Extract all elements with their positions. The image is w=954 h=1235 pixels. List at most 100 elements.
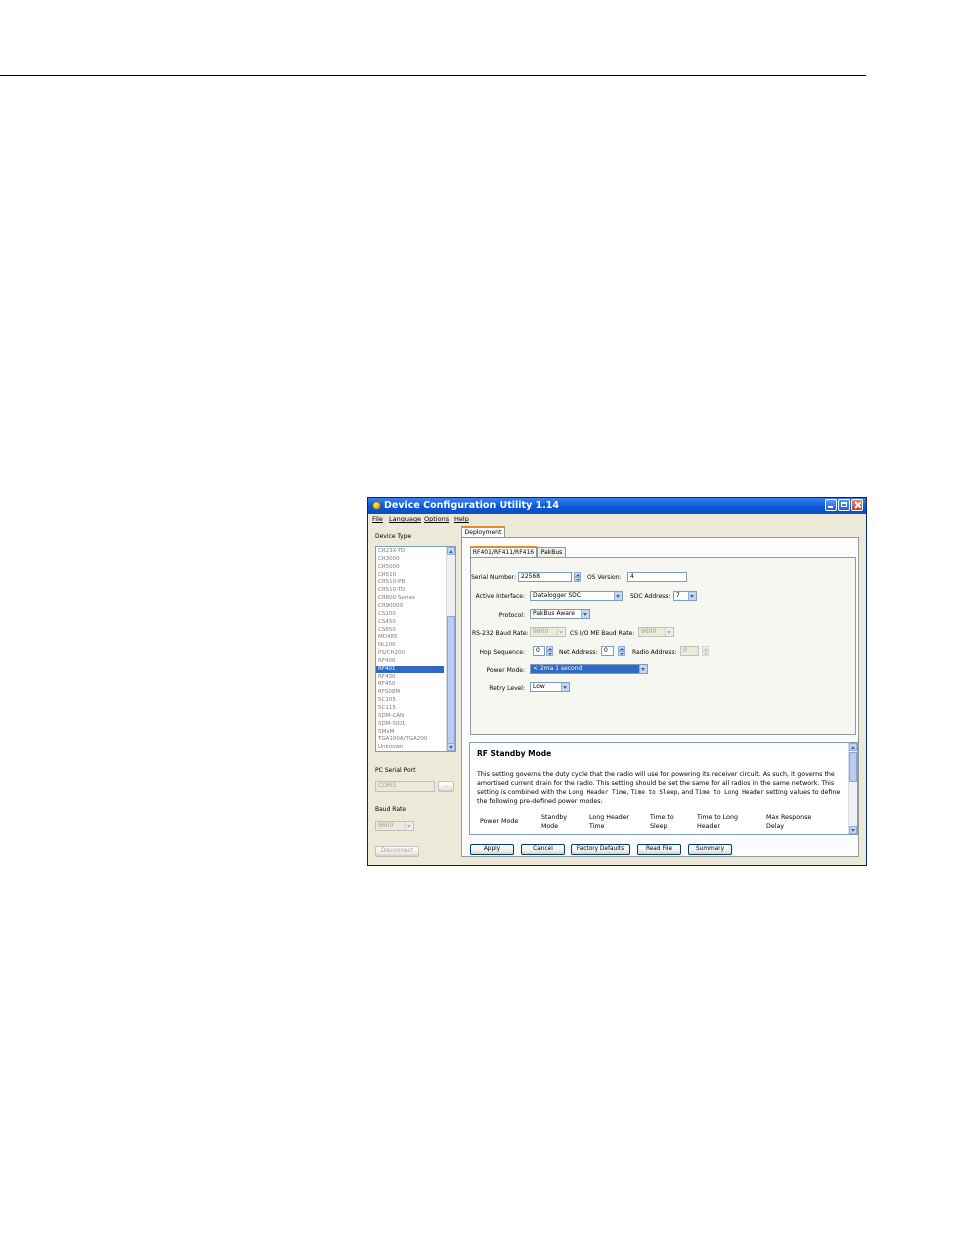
- device-list-item[interactable]: CR23X-TD: [378, 548, 444, 555]
- power-mode-value: < 2ma 1 second: [533, 665, 583, 672]
- net-address-spinner[interactable]: [618, 646, 625, 656]
- sdc-address-value: 7: [676, 592, 680, 599]
- baud-rate-value: 9600: [378, 822, 394, 829]
- device-list-item[interactable]: NL100: [378, 642, 444, 649]
- device-list-item[interactable]: TGA100A/TGA200: [378, 736, 444, 743]
- baud-rate-select[interactable]: 9600: [375, 821, 414, 831]
- help-code-time-to-long-header: Time to Long Header: [695, 789, 764, 796]
- device-list-item[interactable]: CR800 Series: [378, 595, 444, 602]
- device-list-item[interactable]: CR510-PB: [378, 579, 444, 586]
- hop-sequence-label: Hop Sequence:: [479, 649, 525, 656]
- csio-baud-label: CS I/O ME Baud Rate:: [570, 630, 635, 637]
- scroll-down-icon[interactable]: [447, 743, 455, 751]
- minimize-icon[interactable]: [825, 499, 837, 511]
- maximize-icon[interactable]: [838, 499, 850, 511]
- pc-serial-port-field[interactable]: COM3: [375, 781, 435, 792]
- device-list-item[interactable]: Unknown: [378, 744, 444, 751]
- device-list-item[interactable]: PS/CH200: [378, 650, 444, 657]
- device-list-item[interactable]: RF450: [378, 681, 444, 688]
- scroll-down-icon[interactable]: [849, 826, 857, 834]
- device-list-item[interactable]: CR9000X: [378, 603, 444, 610]
- device-list-item[interactable]: MD485: [378, 634, 444, 641]
- retry-level-select[interactable]: Low: [530, 682, 570, 692]
- hop-sequence-field[interactable]: 0: [533, 646, 545, 656]
- chevron-down-icon: [557, 628, 565, 636]
- baud-rate-label: Baud Rate: [375, 806, 407, 813]
- help-col-long-header-time: Long Header Time: [589, 814, 630, 830]
- device-list-item[interactable]: CS650: [378, 627, 444, 634]
- summary-button[interactable]: Summary: [688, 844, 732, 855]
- active-interface-label: Active Interface:: [475, 593, 525, 600]
- browse-port-button[interactable]: ...: [438, 781, 454, 792]
- menu-help[interactable]: Help: [454, 514, 469, 525]
- read-file-button[interactable]: Read File: [637, 844, 681, 855]
- csio-baud-select[interactable]: 9600: [638, 627, 674, 637]
- csio-baud-value: 9600: [641, 628, 657, 635]
- scroll-up-icon[interactable]: [849, 743, 857, 751]
- net-address-field[interactable]: 0: [601, 646, 614, 656]
- scroll-up-icon[interactable]: [447, 547, 455, 555]
- sdc-address-select[interactable]: 7: [673, 591, 697, 601]
- power-mode-label: Power Mode:: [486, 667, 525, 674]
- close-icon[interactable]: [851, 499, 863, 511]
- menu-options[interactable]: Options: [424, 514, 449, 525]
- sdc-address-label: SDC Address:: [630, 593, 671, 600]
- cancel-button[interactable]: Cancel: [521, 844, 565, 855]
- device-list-item[interactable]: CR3000: [378, 556, 444, 563]
- protocol-label: Protocol:: [498, 612, 525, 619]
- menu-file[interactable]: File: [372, 514, 383, 525]
- menu-language[interactable]: Language: [389, 514, 421, 525]
- scroll-thumb[interactable]: [849, 752, 857, 782]
- tab-rf401[interactable]: RF401/RF411/RF416: [470, 546, 537, 557]
- scroll-thumb[interactable]: [447, 616, 455, 744]
- protocol-select[interactable]: PakBus Aware: [530, 609, 590, 619]
- rs232-baud-label: RS-232 Baud Rate:: [472, 630, 529, 637]
- device-list-item[interactable]: SDM-CAN: [378, 713, 444, 720]
- retry-level-value: Low: [533, 683, 545, 690]
- device-list-item[interactable]: CR5000: [378, 564, 444, 571]
- chevron-down-icon: [614, 592, 622, 600]
- window-title: Device Configuration Utility 1.14: [384, 500, 560, 511]
- device-list-item[interactable]: SMxM: [378, 729, 444, 736]
- page-header-rule: [0, 75, 866, 76]
- radio-address-field[interactable]: 0: [680, 646, 699, 656]
- help-pane[interactable]: RF Standby Mode This setting governs the…: [469, 742, 858, 835]
- tab-pakbus[interactable]: PakBus: [537, 547, 566, 557]
- apply-button[interactable]: Apply: [470, 844, 514, 855]
- chevron-down-icon: [688, 592, 696, 600]
- device-list-item[interactable]: RFS08M: [378, 689, 444, 696]
- device-list-item[interactable]: RF400: [378, 658, 444, 665]
- device-list-item[interactable]: CR510-TD: [378, 587, 444, 594]
- power-mode-select[interactable]: < 2ma 1 second: [530, 664, 648, 674]
- device-list-item[interactable]: SDM-SIO1: [378, 721, 444, 728]
- device-list-scrollbar[interactable]: [446, 547, 455, 751]
- os-version-label: OS Version:: [587, 574, 622, 581]
- radio-address-label: Radio Address:: [632, 649, 677, 656]
- help-text-and: , and: [677, 789, 696, 796]
- device-list-item[interactable]: CS100: [378, 611, 444, 618]
- app-icon: [372, 501, 381, 510]
- help-col-time-to-long-header: Time to Long Header: [697, 814, 738, 830]
- help-code-time-to-sleep: Time to Sleep: [630, 789, 678, 796]
- device-list-item[interactable]: CR510: [378, 572, 444, 579]
- title-bar[interactable]: Device Configuration Utility 1.14: [368, 498, 866, 514]
- chevron-down-icon: [639, 665, 647, 673]
- rs232-baud-select[interactable]: 9600: [530, 627, 566, 637]
- device-list-item[interactable]: CS450: [378, 619, 444, 626]
- active-interface-select[interactable]: Datalogger SDC: [530, 591, 623, 601]
- help-scrollbar[interactable]: [848, 743, 857, 834]
- disconnect-button[interactable]: Disconnect: [375, 846, 419, 857]
- os-version-field[interactable]: 4: [627, 572, 687, 582]
- help-code-long-header-time: Long Header Time: [568, 789, 627, 796]
- device-list-item[interactable]: SC105: [378, 697, 444, 704]
- factory-defaults-button[interactable]: Factory Defaults: [571, 844, 630, 855]
- serial-number-field[interactable]: 22568: [518, 572, 572, 582]
- device-list-item[interactable]: RF401: [376, 665, 444, 673]
- net-address-label: Net Address:: [559, 649, 598, 656]
- serial-number-spinner[interactable]: [574, 572, 581, 582]
- device-list-item[interactable]: SC115: [378, 705, 444, 712]
- device-list-item[interactable]: RF430: [378, 674, 444, 681]
- hop-sequence-spinner[interactable]: [546, 646, 553, 656]
- radio-address-spinner[interactable]: [702, 646, 709, 656]
- device-type-list[interactable]: CR23X-TD CR3000 CR5000 CR510 CR510-PB CR510-T…: [375, 546, 456, 752]
